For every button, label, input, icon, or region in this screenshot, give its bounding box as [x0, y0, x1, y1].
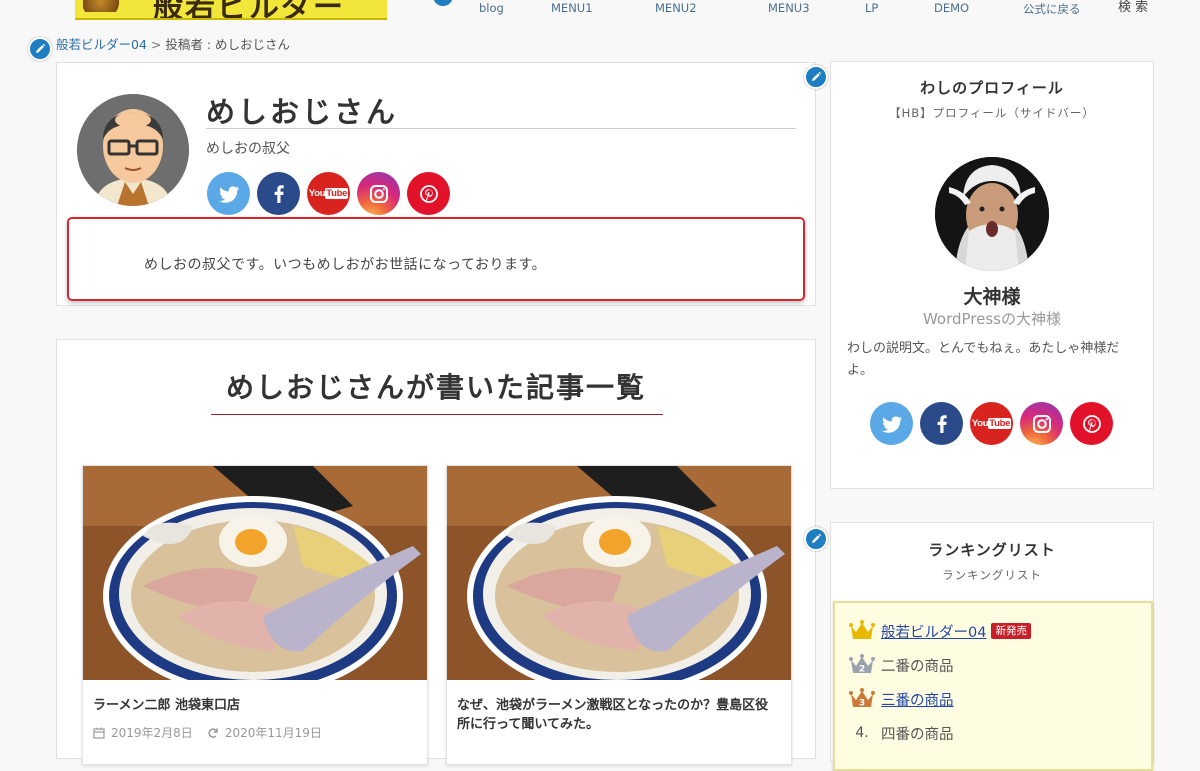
author-name: めしおじさん: [206, 89, 796, 129]
author-pinterest-icon[interactable]: [407, 172, 450, 215]
post-thumbnail[interactable]: [83, 466, 427, 680]
ranking-item-link[interactable]: 般若ビルダー04: [881, 621, 986, 642]
ranking-widget-edit-pencil-icon[interactable]: [804, 527, 828, 551]
profile-facebook-icon[interactable]: [920, 402, 963, 445]
post-title[interactable]: なぜ、池袋がラーメン激戦区となったのか？豊島区役所に行って聞いてみた。: [457, 696, 781, 734]
breadcrumb-current: 投稿者 : めしおじさん: [165, 37, 291, 52]
post-updated-date: 2020年11月19日: [224, 726, 322, 740]
articles-heading: めしおじさんが書いた記事一覧: [225, 371, 646, 404]
post-thumbnail[interactable]: [447, 466, 791, 680]
author-sns-row: YouTube: [207, 172, 450, 215]
ranking-widget-subtitle: ランキングリスト: [942, 568, 1042, 582]
profile-youtube-icon[interactable]: YouTube: [970, 402, 1013, 445]
ranking-item: 3 三番の商品: [849, 685, 954, 713]
post-meta: 2019年2月8日 2020年11月19日: [93, 724, 322, 741]
author-avatar: [77, 94, 189, 206]
author-twitter-icon[interactable]: [207, 172, 250, 215]
search-label[interactable]: 検 索: [1118, 0, 1148, 15]
nav-item-menu3[interactable]: MENU3: [768, 1, 810, 15]
post-card[interactable]: ラーメン二郎 池袋東口店 2019年2月8日 2020年11月19日: [82, 465, 428, 765]
bronze-crown-icon: 3: [849, 688, 875, 709]
silver-crown-icon: 2: [849, 654, 875, 675]
refresh-icon: [208, 727, 218, 738]
author-youtube-icon[interactable]: YouTube: [307, 172, 350, 215]
breadcrumb-edit-pencil-icon[interactable]: [28, 37, 52, 61]
profile-description: わしの説明文。とんでもねぇ。あたしゃ神様だよ。: [847, 341, 1120, 378]
new-release-badge: 新発売: [991, 623, 1031, 639]
breadcrumb: 般若ビルダー04 > 投稿者 : めしおじさん: [56, 34, 290, 53]
ranking-widget: ランキングリスト ランキングリスト 般若ビルダー04 新発売 2 二番の商品 3…: [830, 522, 1154, 771]
post-card[interactable]: なぜ、池袋がラーメン激戦区となったのか？豊島区役所に行って聞いてみた。: [446, 465, 792, 765]
author-bio-text: めしおの叔父です。いつもめしおがお世話になっております。: [144, 257, 547, 273]
profile-widget-title: わしのプロフィール: [920, 79, 1064, 97]
site-logo[interactable]: 般若ビルダー: [75, 0, 387, 20]
post-date: 2019年2月8日: [111, 726, 193, 740]
ranking-item: 2 二番の商品: [849, 651, 954, 679]
ranking-item: 4. 四番の商品: [849, 719, 954, 747]
profile-role: WordPressの大神様: [922, 310, 1062, 328]
profile-name: 大神様: [963, 286, 1021, 308]
ranking-item: 般若ビルダー04 新発売: [849, 617, 1031, 645]
author-facebook-icon[interactable]: [257, 172, 300, 215]
articles-card: めしおじさんが書いた記事一覧 ラーメン二郎 池袋東口店 2019年2月8日 20…: [56, 339, 816, 765]
author-card: めしおじさん めしおの叔父 YouTube めしおの叔父です。いつもめしおがお世…: [56, 62, 816, 306]
rank-number: 4.: [855, 725, 869, 741]
rank-number: 2: [859, 665, 865, 675]
ranking-item-label: 二番の商品: [881, 658, 954, 675]
author-instagram-icon[interactable]: [357, 172, 400, 215]
author-subtitle: めしおの叔父: [206, 141, 290, 157]
nav-item-demo[interactable]: DEMO: [934, 1, 969, 15]
ranking-list: 般若ビルダー04 新発売 2 二番の商品 3 三番の商品 4. 四番の商品: [833, 601, 1153, 771]
author-bio-box: めしおの叔父です。いつもめしおがお世話になっております。: [67, 217, 805, 301]
nav-item-menu2[interactable]: MENU2: [655, 1, 697, 15]
nav-item-blog[interactable]: blog: [479, 1, 504, 15]
logo-text: 般若ビルダー: [153, 0, 345, 20]
profile-pinterest-icon[interactable]: [1070, 402, 1113, 445]
calendar-icon: [93, 727, 105, 739]
nav-item-lp[interactable]: LP: [865, 1, 878, 15]
breadcrumb-home-link[interactable]: 般若ビルダー04: [56, 37, 147, 52]
articles-heading-underline: [211, 414, 663, 415]
ranking-widget-title: ランキングリスト: [928, 541, 1056, 559]
ranking-item-label: 四番の商品: [881, 726, 954, 743]
profile-widget-edit-pencil-icon[interactable]: [804, 65, 828, 89]
nav-item-menu1[interactable]: MENU1: [551, 1, 593, 15]
nav-item-official[interactable]: 公式に戻る: [1023, 1, 1081, 17]
gold-crown-icon: [849, 620, 875, 639]
rank-number: 3: [859, 699, 865, 709]
profile-widget: わしのプロフィール 【HB】プロフィール（サイドバー） 大神様 WordPres…: [830, 61, 1154, 489]
logo-mascot-icon: [83, 0, 127, 12]
header-edit-pencil-icon[interactable]: [433, 0, 453, 6]
profile-widget-subtitle: 【HB】プロフィール（サイドバー）: [889, 106, 1095, 120]
breadcrumb-separator: >: [150, 37, 162, 52]
profile-sns-row: YouTube: [870, 402, 1113, 445]
profile-instagram-icon[interactable]: [1020, 402, 1063, 445]
profile-avatar: [935, 157, 1049, 271]
ranking-item-link[interactable]: 三番の商品: [881, 689, 954, 710]
profile-twitter-icon[interactable]: [870, 402, 913, 445]
post-title[interactable]: ラーメン二郎 池袋東口店: [93, 696, 417, 715]
